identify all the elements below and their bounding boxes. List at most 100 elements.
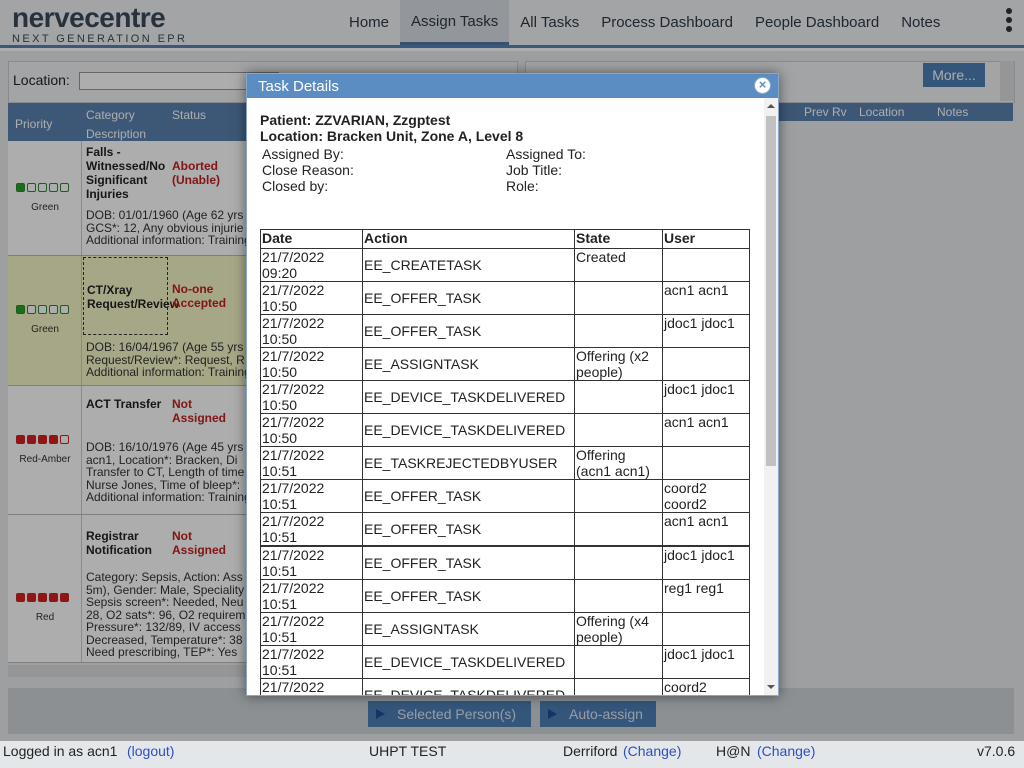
status-bar: Logged in as acn1 (logout) UHPT TEST Der… <box>0 741 1024 768</box>
table-row: 21/7/2022 10:51 EE_OFFER_TASK coord2 coord… <box>260 479 750 513</box>
cell-date: 21/7/2022 10:50 <box>260 413 363 447</box>
cell-user: acn1 acn1 <box>662 281 750 315</box>
patient-location: Location: Bracken Unit, Zone A, Level 8 <box>260 128 524 144</box>
task-details-dialog: Task Details × Patient: ZZVARIAN, Zzgpte… <box>246 73 779 696</box>
cell-date: 21/7/2022 10:51 <box>260 545 363 580</box>
dialog-body: Patient: ZZVARIAN, Zzgptest Location: Br… <box>247 98 764 695</box>
cell-state: Created <box>574 248 663 282</box>
logout-link[interactable]: (logout) <box>127 743 174 759</box>
cell-date: 21/7/2022 10:51 <box>260 678 363 695</box>
cell-user: acn1 acn1 <box>662 413 750 447</box>
cell-date: 21/7/2022 10:50 <box>260 314 363 348</box>
table-row: 21/7/2022 10:50 EE_DEVICE_TASKDELIVERED ac… <box>260 413 750 447</box>
cell-date: 21/7/2022 10:50 <box>260 281 363 315</box>
close-icon[interactable]: × <box>754 77 771 94</box>
table-row: 21/7/2022 10:50 EE_OFFER_TASK acn1 acn1 <box>260 281 750 315</box>
dialog-scrollbar[interactable] <box>764 98 778 695</box>
cell-date: 21/7/2022 10:51 <box>260 645 363 679</box>
cell-date: 21/7/2022 09:20 <box>260 248 363 282</box>
assigned-to-label: Assigned To: <box>506 146 586 162</box>
cell-date: 21/7/2022 10:51 <box>260 479 363 513</box>
table-row: 21/7/2022 10:51 EE_OFFER_TASK reg1 reg1 <box>260 579 750 613</box>
job-title-label: Job Title: <box>506 162 563 178</box>
task-history-rows: 21/7/2022 09:20 EE_CREATETASK Created 21/7/… <box>260 248 750 695</box>
cell-state <box>574 479 663 513</box>
cell-user: jdoc1 jdoc1 <box>662 545 750 580</box>
table-row: 21/7/2022 10:51 EE_DEVICE_TASKDELIVERED jd… <box>260 645 750 679</box>
cell-user <box>662 347 750 381</box>
team-label: H@N <box>716 743 751 759</box>
cell-date: 21/7/2022 10:50 <box>260 380 363 414</box>
table-row: 21/7/2022 10:50 EE_DEVICE_TASKDELIVERED jd… <box>260 380 750 414</box>
cell-user: coord2 coord2 <box>662 479 750 513</box>
table-row: 21/7/2022 10:51EE_DEVICE_TASKDELIVERED co… <box>260 678 750 695</box>
closed-by-label: Closed by: <box>262 178 329 194</box>
scroll-up-icon[interactable] <box>767 104 775 108</box>
cell-action: EE_ASSIGNTASK <box>362 612 575 646</box>
site-change-link[interactable]: (Change) <box>623 743 681 759</box>
cell-user: jdoc1 jdoc1 <box>662 645 750 679</box>
cell-date: 21/7/2022 10:51 <box>260 512 363 547</box>
cell-date: 21/7/2022 10:51 <box>260 446 363 480</box>
col-user: User <box>662 229 750 249</box>
cell-state: Offering (x4 people) <box>574 612 663 646</box>
table-row: 21/7/2022 10:50 EE_OFFER_TASK jdoc1 jdoc1 <box>260 314 750 348</box>
cell-user: jdoc1 jdoc1 <box>662 314 750 348</box>
cell-user <box>662 248 750 282</box>
cell-action: EE_TASKREJECTEDBYUSER <box>362 446 575 480</box>
cell-user: acn1 acn1 <box>662 512 750 547</box>
cell-state <box>574 413 663 447</box>
cell-action: EE_OFFER_TASK <box>362 479 575 513</box>
cell-user <box>662 612 750 646</box>
cell-date: 21/7/2022 10:50 <box>260 347 363 381</box>
col-state: State <box>574 229 663 249</box>
cell-action: EE_OFFER_TASK <box>362 579 575 613</box>
col-action: Action <box>362 229 575 249</box>
environment-label: UHPT TEST <box>369 743 447 759</box>
cell-action: EE_OFFER_TASK <box>362 281 575 315</box>
cell-action: EE_CREATETASK <box>362 248 575 282</box>
table-header-row: Date Action State User <box>260 229 750 249</box>
cell-action: EE_DEVICE_TASKDELIVERED <box>362 678 575 695</box>
cell-action: EE_OFFER_TASK <box>362 512 575 547</box>
task-history-table: Date Action State User 21/7/2022 09:20 EE… <box>260 229 750 695</box>
cell-action: EE_OFFER_TASK <box>362 314 575 348</box>
cell-action: EE_DEVICE_TASKDELIVERED <box>362 645 575 679</box>
scroll-thumb[interactable] <box>766 116 776 466</box>
cell-state: Offering (x2 people) <box>574 347 663 381</box>
cell-state <box>574 678 663 695</box>
version-label: v7.0.6 <box>977 743 1016 759</box>
cell-user: reg1 reg1 <box>662 579 750 613</box>
cell-user <box>662 446 750 480</box>
cell-action: EE_OFFER_TASK <box>362 545 575 580</box>
table-row: 21/7/2022 09:20 EE_CREATETASK Created <box>260 248 750 282</box>
role-label: Role: <box>506 178 539 194</box>
dialog-title: Task Details <box>247 74 778 98</box>
scroll-down-icon[interactable] <box>767 685 775 689</box>
cell-state <box>574 380 663 414</box>
assigned-by-label: Assigned By: <box>262 146 344 162</box>
close-reason-label: Close Reason: <box>262 162 354 178</box>
cell-action: EE_DEVICE_TASKDELIVERED <box>362 413 575 447</box>
logged-in-text: Logged in as acn1 <box>3 743 118 759</box>
cell-state <box>574 314 663 348</box>
cell-state <box>574 645 663 679</box>
cell-action: EE_DEVICE_TASKDELIVERED <box>362 380 575 414</box>
table-row: 21/7/2022 10:51 EE_OFFER_TASK acn1 acn1 <box>260 512 750 547</box>
cell-state <box>574 512 663 547</box>
table-row: 21/7/2022 10:50 EE_ASSIGNTASK Offering (x2… <box>260 347 750 381</box>
cell-state: Offering (acn1 acn1) <box>574 446 663 480</box>
table-row: 21/7/2022 10:51 EE_TASKREJECTEDBYUSER Offe… <box>260 446 750 480</box>
table-row: 21/7/2022 10:51 EE_ASSIGNTASK Offering (x4… <box>260 612 750 646</box>
cell-state <box>574 545 663 580</box>
cell-user: coord2 coord2 <box>662 678 750 695</box>
cell-action: EE_ASSIGNTASK <box>362 347 575 381</box>
cell-state <box>574 281 663 315</box>
cell-user: jdoc1 jdoc1 <box>662 380 750 414</box>
table-row: 21/7/2022 10:51 EE_OFFER_TASK jdoc1 jdoc1 <box>260 545 750 580</box>
cell-date: 21/7/2022 10:51 <box>260 612 363 646</box>
col-date: Date <box>260 229 363 249</box>
team-change-link[interactable]: (Change) <box>757 743 815 759</box>
site-label: Derriford <box>563 743 618 759</box>
patient-name: Patient: ZZVARIAN, Zzgptest <box>260 112 451 128</box>
